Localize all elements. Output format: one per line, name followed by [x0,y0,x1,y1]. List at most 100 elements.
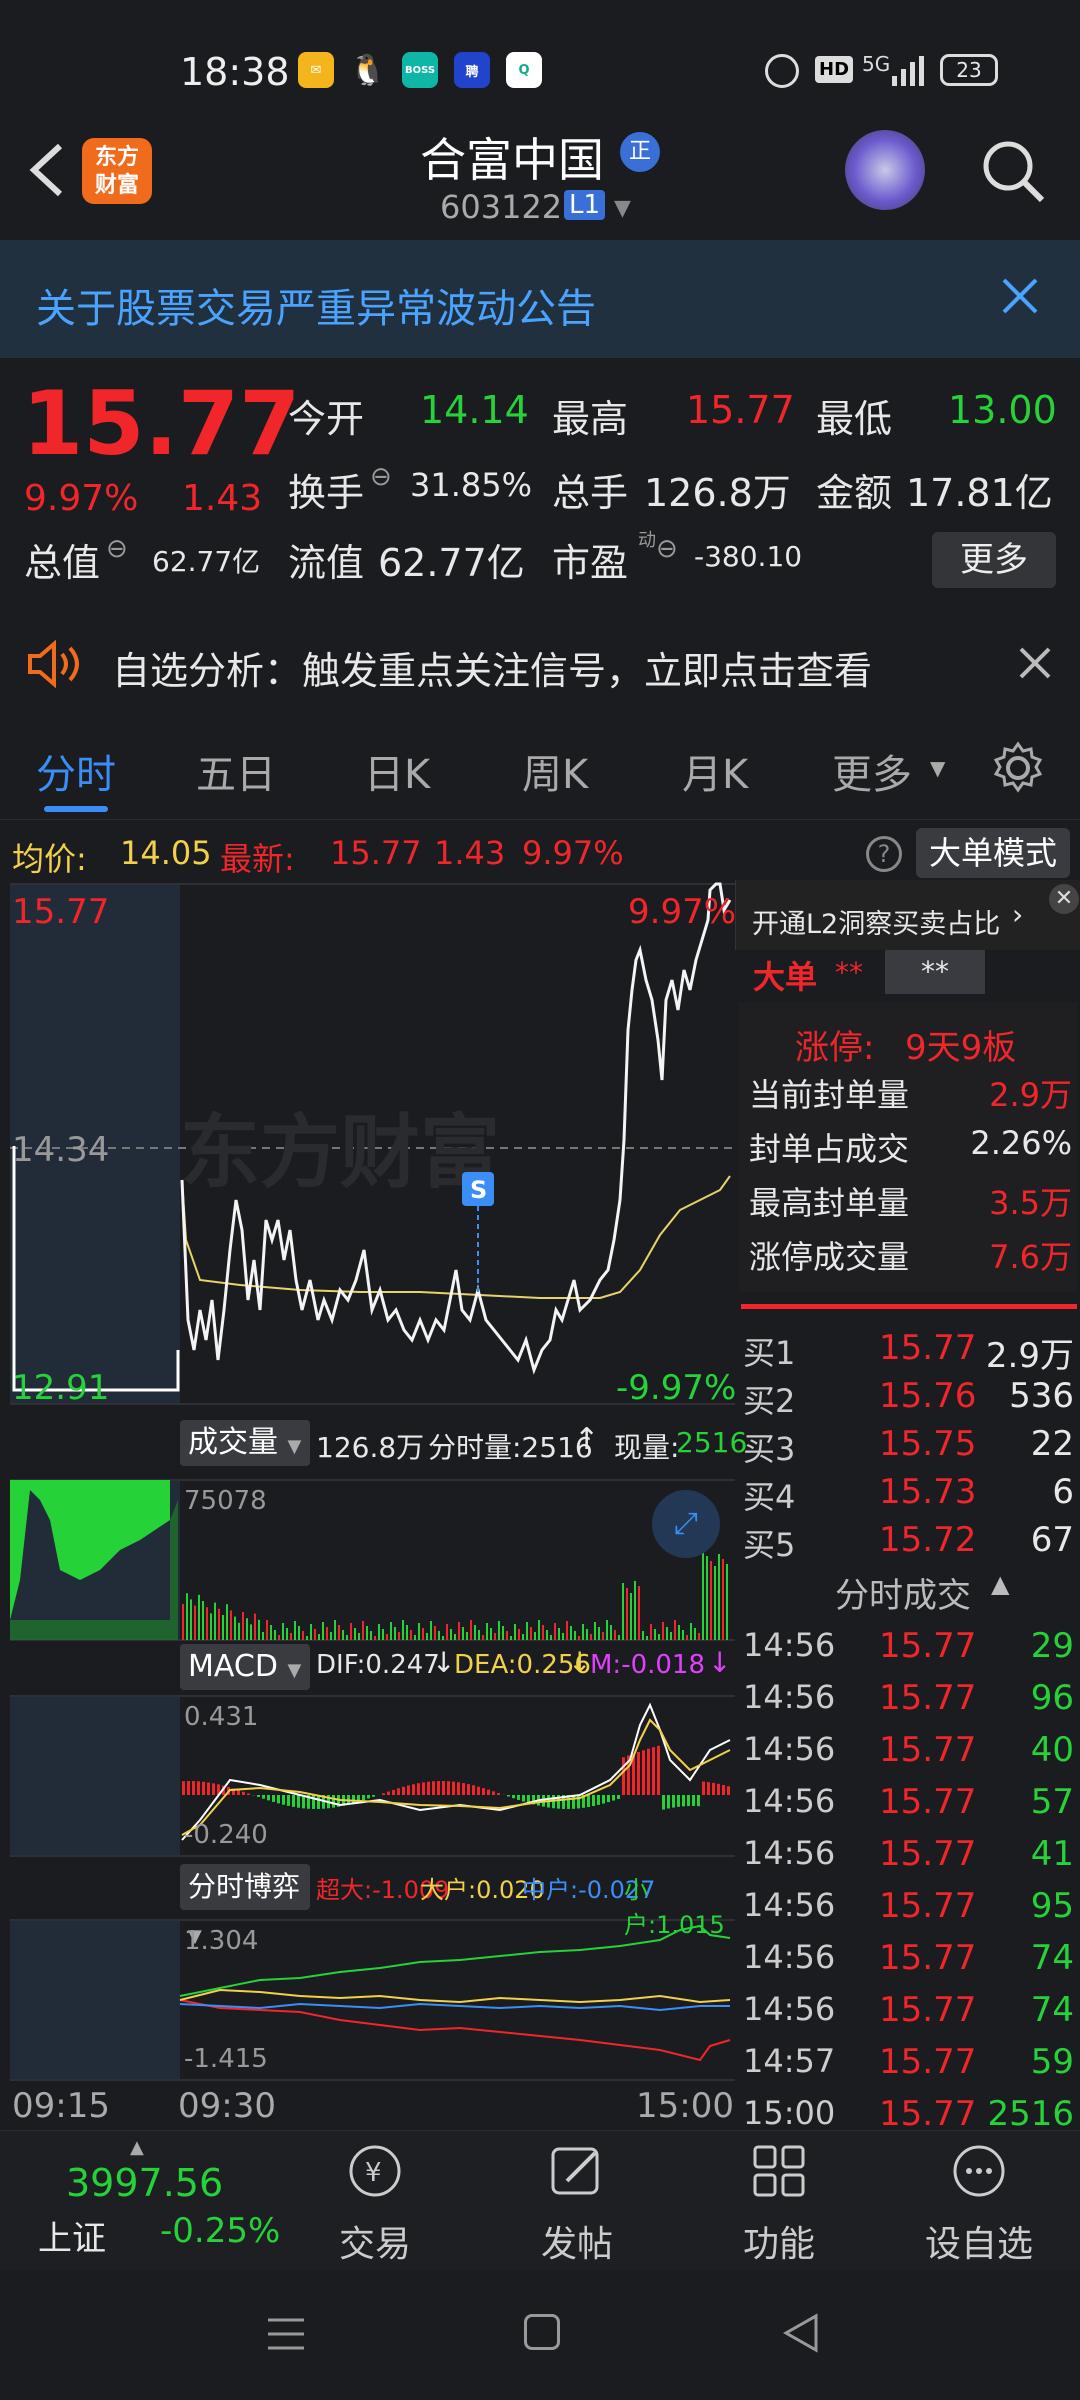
trade-time: 14:56 [743,1678,836,1716]
trade-price: 15.77 [879,2042,977,2082]
volume-bar [454,1634,456,1640]
volume-bar [466,1632,468,1640]
tab-monthly-k[interactable]: 月K [682,742,748,800]
search-icon[interactable] [978,136,1048,206]
trade-volume: 59 [1030,2042,1074,2082]
tab-weekly-k[interactable]: 周K [522,742,588,800]
alert-text[interactable]: 自选分析：触发重点关注信号，立即点击查看 [112,640,872,695]
tab-five-day[interactable]: 五日 [196,742,276,800]
add-watchlist-label: 设自选 [924,2224,1033,2265]
volume-bar [290,1633,292,1640]
volume-bar [450,1629,452,1640]
time-axis-open: 09:30 [178,2086,276,2126]
mail-icon: ✉ [298,52,334,88]
close-icon[interactable] [1018,646,1052,680]
index-pct[interactable]: -0.25% [160,2211,280,2251]
bid-label: 买3 [743,1430,796,1468]
volume-indicator-select[interactable]: 成交量 ▼ [180,1420,310,1466]
battery-level: 23 [956,58,982,82]
robot-avatar-icon[interactable] [845,130,925,210]
trade-button[interactable]: ¥ 交易 [300,2141,450,2267]
expand-icon[interactable]: ⤢ [652,1490,720,1558]
volume-bar [366,1626,368,1640]
bid-label: 买4 [743,1478,796,1516]
notice-bar[interactable]: 关于股票交易严重异常波动公告 [0,240,1080,358]
back-icon[interactable] [22,140,72,200]
chevron-down-icon: ▼ [287,1660,302,1681]
back-nav-icon[interactable] [780,2312,820,2354]
volume-bar [410,1630,412,1640]
volume-bar [474,1625,476,1640]
info-icon[interactable]: ⊖ [370,462,392,492]
big-order-mode-button[interactable]: 大单模式 [916,828,1070,878]
volume-bar [298,1626,300,1640]
post-button[interactable]: 发帖 [502,2141,652,2267]
volume-bar [702,1551,704,1640]
volume-bar [398,1632,400,1640]
index-name[interactable]: 上证 [38,2211,106,2260]
volume-bar [606,1620,608,1640]
brand-logo[interactable]: 东方 财富 [82,138,152,204]
chevron-right-icon: › [1012,898,1024,931]
trades-header[interactable]: 分时成交 [835,1568,971,1617]
close-icon[interactable]: ✕ [1049,884,1079,914]
amount-value: 17.81亿 [906,471,1053,515]
macd-bar [612,1795,615,1801]
macd-bar [202,1781,205,1795]
help-icon[interactable]: ? [866,836,902,872]
chevron-down-icon[interactable]: ▼ [614,196,631,221]
chevron-down-icon[interactable]: ▼ [930,756,945,780]
watermark: 东方财富 [180,1106,500,1199]
alert-bar[interactable]: 自选分析：触发重点关注信号，立即点击查看 [0,610,1080,715]
volume-bar [294,1621,296,1640]
index-value[interactable]: 3997.56 [66,2161,223,2205]
volume-bar [338,1625,340,1640]
preopen-shade [10,1696,180,1856]
volume-bar [238,1622,240,1640]
info-icon[interactable]: ⊖ [106,534,128,564]
tab-intraday[interactable]: 分时 [36,742,116,800]
gear-icon[interactable] [990,740,1046,796]
game-indicator-select[interactable]: 分时博弈 ▼ [180,1864,310,1947]
l2-link-bar[interactable]: 开通L2洞察买卖占比 › [735,880,1080,950]
trade-price: 15.77 [879,1678,977,1718]
more-button[interactable]: 更多 [932,532,1056,588]
menu-icon[interactable] [266,2314,306,2354]
close-icon[interactable] [1000,276,1040,316]
game-top-label: 1.304 [184,1926,259,1956]
level-badge[interactable]: L1 [564,190,606,220]
macd-bar [522,1795,525,1802]
tab-more[interactable]: 更多 [832,742,912,800]
home-icon[interactable] [524,2314,560,2350]
notice-text[interactable]: 关于股票交易严重异常波动公告 [36,276,596,334]
intraday-chart[interactable]: 东方财富 S 15.77 9.97% 14.34 12.91 -9.97% 成交… [0,880,747,2130]
tab-daily-k[interactable]: 日K [364,742,430,800]
macd-bar [367,1795,370,1799]
avg-label: 均价: [12,840,87,878]
order-panel: 开通L2洞察买卖占比 › ✕ 大单 ** ** 涨停: 9天9板 当前封单量 2… [735,880,1080,2134]
macd-bar [667,1795,670,1809]
volume-bar [382,1629,384,1640]
volume-bar [222,1615,224,1640]
stock-header: 东方 财富 合富中国 正 603122 L1 ▼ [0,110,1080,240]
function-label: 功能 [742,2224,815,2265]
volume-bar [554,1623,556,1640]
change-pct: 9.97% [24,478,139,519]
macd-indicator-select[interactable]: MACD ▼ [180,1644,310,1690]
volume-bar [254,1613,256,1640]
info-icon[interactable]: ⊖ [656,534,678,564]
macd-bar [287,1795,290,1806]
volume-bar [334,1620,336,1640]
macd-bar [182,1781,185,1795]
trade-price: 15.77 [879,1938,977,1978]
l2-link-text[interactable]: 开通L2洞察买卖占比 [752,902,1000,941]
big-line [179,1988,731,2004]
add-watchlist-button[interactable]: 设自选 [904,2141,1054,2267]
function-button[interactable]: 功能 [704,2141,854,2267]
trade-time: 14:56 [743,1626,836,1664]
limit-stat-label: 最高封单量 [749,1184,910,1222]
volume-bar [430,1621,432,1640]
volume-bar [266,1620,268,1640]
volume-bar [346,1635,348,1640]
macd-bar [297,1795,300,1808]
